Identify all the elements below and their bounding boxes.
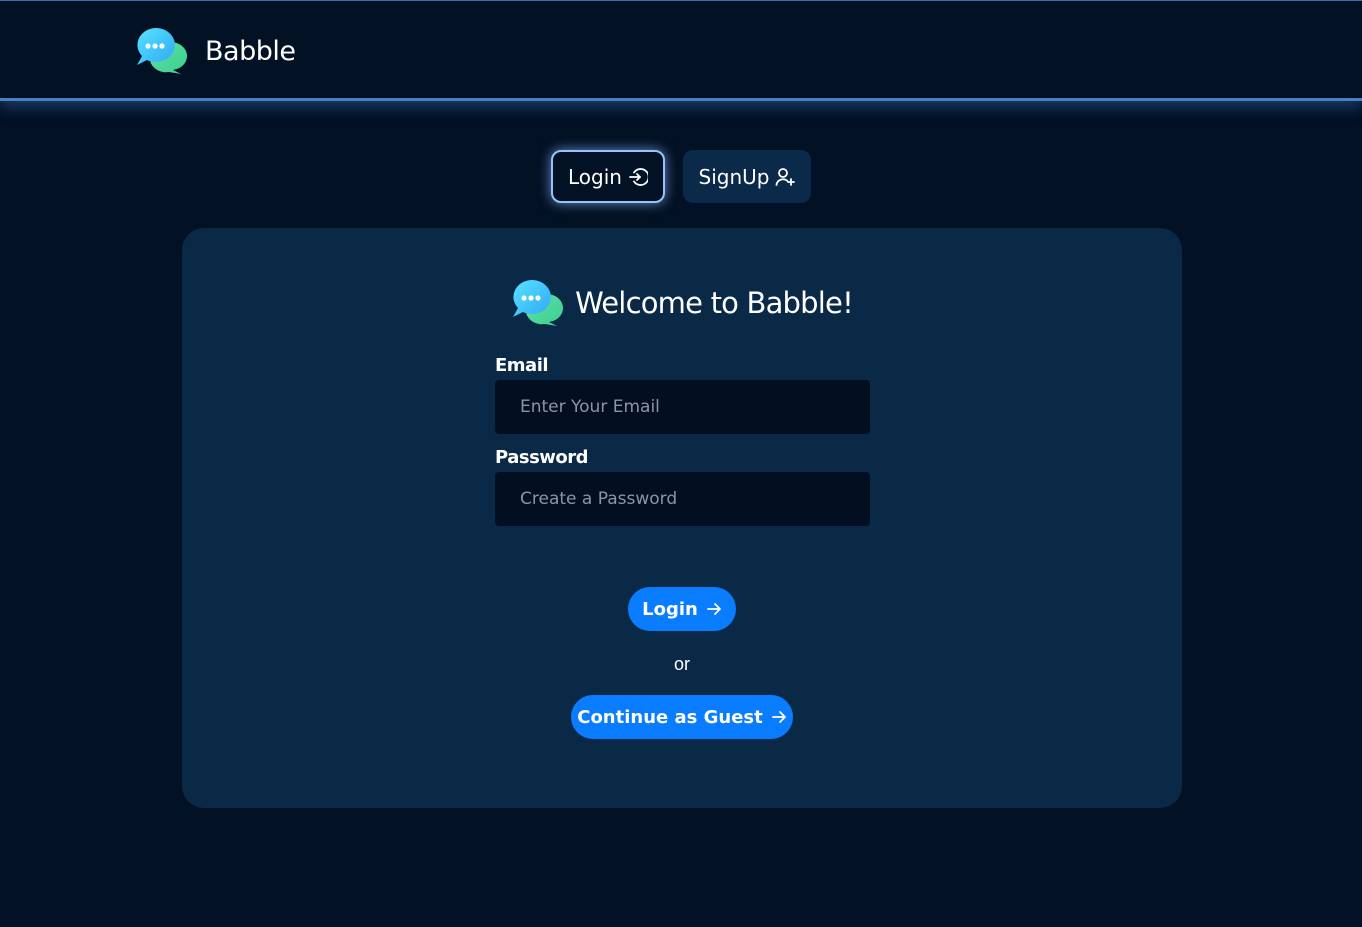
email-label: Email: [495, 355, 549, 376]
login-icon: [629, 167, 648, 186]
password-label: Password: [495, 447, 589, 468]
tab-signup-label: SignUp: [698, 164, 770, 189]
brand-name: Babble: [205, 35, 296, 67]
user-add-icon: [776, 167, 796, 186]
guest-button-label: Continue as Guest: [577, 706, 763, 728]
or-separator: or: [673, 654, 690, 674]
chat-bubbles-icon: [513, 279, 564, 326]
email-field[interactable]: [495, 380, 870, 434]
welcome-title: Welcome to Babble!: [575, 286, 854, 320]
login-card: Welcome to Babble! Email Password Login …: [182, 228, 1182, 808]
arrow-right-icon: [706, 603, 721, 615]
navbar: Babble: [0, 1, 1362, 101]
tab-login-label: Login: [568, 164, 622, 189]
arrow-right-icon: [771, 711, 786, 723]
password-field[interactable]: [495, 472, 870, 526]
auth-tabs: Login SignUp: [0, 150, 1362, 203]
continue-as-guest-button[interactable]: Continue as Guest: [571, 695, 793, 739]
tab-signup[interactable]: SignUp: [683, 150, 811, 203]
brand[interactable]: Babble: [135, 26, 296, 76]
welcome-header: Welcome to Babble!: [182, 278, 1182, 328]
login-form: Email Password: [495, 355, 870, 539]
login-button[interactable]: Login: [628, 587, 736, 631]
tab-login[interactable]: Login: [551, 150, 665, 203]
chat-bubbles-icon: [137, 27, 187, 74]
login-button-label: Login: [642, 598, 698, 620]
